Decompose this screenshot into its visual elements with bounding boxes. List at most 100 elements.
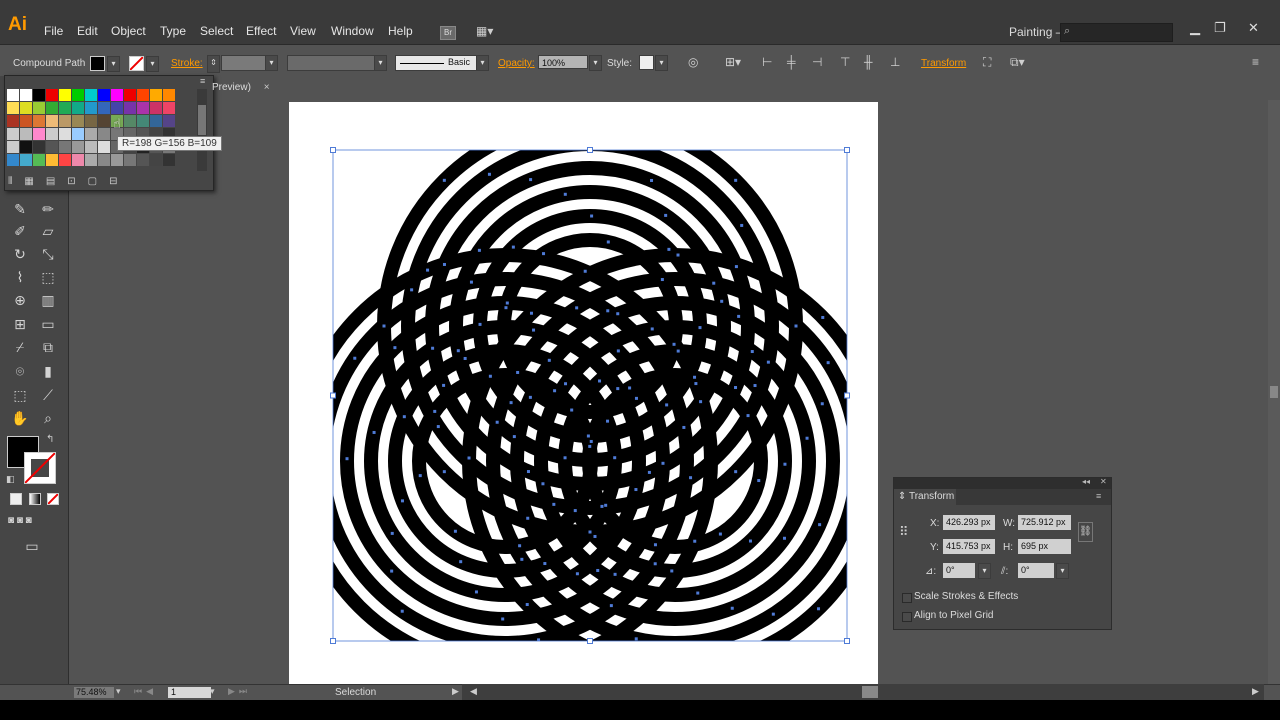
menu-file[interactable]: File: [44, 24, 63, 38]
swatch[interactable]: [72, 128, 84, 140]
swatch[interactable]: [20, 141, 32, 153]
stroke-color-box[interactable]: [24, 452, 56, 484]
swatch[interactable]: [20, 102, 32, 114]
swatch[interactable]: [163, 89, 175, 101]
none-mode-icon[interactable]: [47, 493, 59, 505]
swatch[interactable]: [85, 115, 97, 127]
h-field[interactable]: 695 px: [1018, 539, 1071, 554]
swatch[interactable]: [72, 102, 84, 114]
swatch[interactable]: [7, 128, 19, 140]
close-icon[interactable]: ✕: [1248, 20, 1259, 36]
status-menu-arrow[interactable]: ▶: [452, 686, 459, 697]
free-transform-icon[interactable]: ⬚: [38, 269, 58, 286]
artwork-trefoil-rings[interactable]: [299, 120, 878, 667]
swatch[interactable]: [20, 89, 32, 101]
shape-builder-icon[interactable]: ⊕: [10, 292, 30, 309]
swatch[interactable]: [111, 154, 123, 166]
zoom-icon[interactable]: ⌕: [38, 410, 58, 427]
swatch[interactable]: [7, 102, 19, 114]
arrange-documents-icon[interactable]: ▦▾: [476, 24, 493, 38]
align-pixel-checkbox[interactable]: [902, 612, 912, 622]
perspective-grid-icon[interactable]: ▥: [38, 292, 58, 309]
swatch[interactable]: [124, 89, 136, 101]
resize-handle[interactable]: [330, 392, 336, 399]
swatch[interactable]: [59, 115, 71, 127]
y-field[interactable]: 415.753 px: [943, 539, 995, 554]
eyedropper-icon[interactable]: ⌿: [10, 339, 30, 356]
symbol-sprayer-icon[interactable]: ⌾: [10, 363, 30, 380]
stroke-label[interactable]: Stroke:: [171, 58, 203, 69]
swatch[interactable]: [7, 89, 19, 101]
zoom-dropdown[interactable]: ▾: [116, 686, 121, 697]
panel-menu-icon[interactable]: ≡: [1252, 55, 1259, 69]
swatch[interactable]: [59, 89, 71, 101]
menu-effect[interactable]: Effect: [246, 24, 276, 38]
profile-dropdown[interactable]: ▾: [374, 55, 387, 71]
align-bottom-icon[interactable]: ⊥: [890, 55, 900, 69]
swatch[interactable]: [85, 89, 97, 101]
brush-icon[interactable]: ✎: [10, 201, 30, 218]
variable-width-profile[interactable]: [287, 55, 376, 71]
swatch[interactable]: [124, 115, 136, 127]
resize-handle[interactable]: [587, 638, 593, 644]
restore-icon[interactable]: ❐: [1214, 20, 1226, 36]
swatch[interactable]: [33, 154, 45, 166]
stroke-dropdown[interactable]: ▾: [146, 56, 159, 72]
stroke-stepper[interactable]: ⇕: [207, 55, 220, 73]
swatch[interactable]: [98, 89, 110, 101]
artboard-icon[interactable]: ⬚: [10, 387, 30, 404]
align-horizontal-center-icon[interactable]: ╪: [787, 55, 796, 69]
swatch[interactable]: [7, 154, 19, 166]
swatch[interactable]: [33, 128, 45, 140]
swatch[interactable]: [137, 102, 149, 114]
menu-help[interactable]: Help: [388, 24, 413, 38]
vertical-scroll-thumb[interactable]: [1270, 386, 1278, 398]
swatches-scroll-thumb[interactable]: [198, 105, 206, 135]
gradient-icon[interactable]: ▭: [38, 316, 58, 333]
align-to-icon[interactable]: ⊞▾: [725, 55, 741, 69]
swatch[interactable]: [33, 141, 45, 153]
swatch[interactable]: [124, 102, 136, 114]
swatch[interactable]: [20, 154, 32, 166]
swatch[interactable]: [72, 154, 84, 166]
prev-artboard-buttons[interactable]: ⏮◀: [134, 686, 157, 697]
rotate-icon[interactable]: ↻: [10, 246, 30, 263]
swatch[interactable]: [33, 89, 45, 101]
align-top-icon[interactable]: ⊤: [840, 55, 850, 69]
reference-point-icon[interactable]: ⠿: [899, 524, 909, 540]
swatch[interactable]: [163, 154, 175, 166]
stroke-swatch[interactable]: [129, 56, 144, 71]
default-colors-icon[interactable]: ◧: [6, 474, 15, 485]
mesh-icon[interactable]: ⊞: [10, 316, 30, 333]
drawing-modes-icon[interactable]: ◙ ◙ ◙: [8, 515, 58, 526]
transform-panel-header[interactable]: ◂◂ ✕: [894, 477, 1111, 489]
swatches-footer-icons[interactable]: ⦀▦▤⊡▢⊟: [8, 176, 130, 187]
fill-swatch[interactable]: [90, 56, 105, 71]
pencil-icon[interactable]: ✏: [38, 201, 58, 218]
swatch[interactable]: [150, 154, 162, 166]
swatch[interactable]: [137, 89, 149, 101]
artboard-dropdown[interactable]: ▾: [210, 686, 215, 697]
workspace-switcher[interactable]: Painting –: [1009, 25, 1062, 39]
swatch[interactable]: [85, 154, 97, 166]
swatch[interactable]: [124, 154, 136, 166]
swatch[interactable]: [111, 89, 123, 101]
swatch[interactable]: [7, 115, 19, 127]
swatches-menu-icon[interactable]: ≡: [200, 76, 205, 86]
swatch[interactable]: [98, 141, 110, 153]
resize-handle[interactable]: [587, 147, 593, 153]
align-left-icon[interactable]: ⊢: [762, 55, 772, 69]
transform-menu-icon[interactable]: ≡: [1096, 491, 1101, 501]
eraser-icon[interactable]: ▱: [38, 223, 58, 240]
swatch[interactable]: [46, 128, 58, 140]
resize-handle[interactable]: [330, 147, 336, 153]
panel-close-icon[interactable]: ✕: [1100, 477, 1107, 486]
align-vertical-center-icon[interactable]: ╫: [864, 55, 873, 69]
swatch[interactable]: [98, 102, 110, 114]
horizontal-scrollbar[interactable]: ◀ ▶: [462, 684, 1264, 700]
menu-type[interactable]: Type: [160, 24, 186, 38]
scroll-left-arrow[interactable]: ◀: [470, 686, 477, 697]
style-dropdown[interactable]: ▾: [655, 55, 668, 71]
swatch[interactable]: [85, 141, 97, 153]
x-field[interactable]: 426.293 px: [943, 515, 995, 530]
